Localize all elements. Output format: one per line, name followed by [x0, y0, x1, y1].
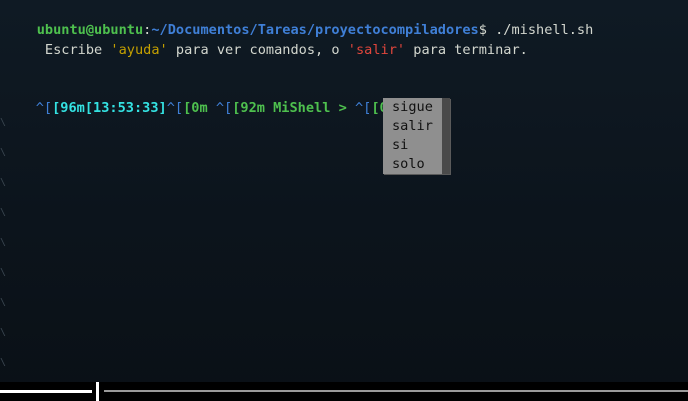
welcome-suffix: para terminar. — [405, 42, 528, 58]
autocomplete-scrollbar[interactable] — [442, 98, 450, 174]
escape-sequence: ^[ — [215, 100, 233, 116]
autocomplete-option-si[interactable]: si — [392, 136, 438, 155]
welcome-message: Escribe 'ayuda' para ver comandos, o 'sa… — [4, 22, 528, 58]
pane-indicator-left[interactable] — [0, 390, 92, 393]
shell-command-line: ubuntu@ubuntu:~/Documentos/Tareas/proyec… — [4, 2, 594, 38]
autocomplete-option-sigue[interactable]: sigue — [392, 98, 438, 117]
autocomplete-option-solo[interactable]: solo — [392, 155, 438, 174]
keyword-help: 'ayuda' — [110, 42, 168, 58]
pane-status-bar — [0, 382, 688, 401]
escape-sequence: ^[ — [354, 100, 372, 116]
terminal-window[interactable]: ubuntu@ubuntu:~/Documentos/Tareas/proyec… — [0, 0, 688, 382]
keyword-exit: 'salir' — [347, 42, 406, 58]
autocomplete-option-salir[interactable]: salir — [392, 117, 438, 136]
mishell-prompt-line[interactable]: ^[[96m[13:53:33]^[[0m ^[[92m MiShell > ^… — [3, 79, 413, 116]
welcome-middle: para ver comandos, o — [167, 42, 348, 58]
time-code: [96m[13:53:33] — [52, 100, 167, 116]
pane-divider[interactable] — [96, 382, 99, 401]
welcome-prefix: Escribe — [36, 42, 111, 58]
autocomplete-popup[interactable]: sigue salir si solo — [383, 98, 450, 174]
left-gutter-marks: \ \ \ \ \ \ \ \ \ — [0, 117, 7, 368]
escape-sequence: ^[ — [166, 100, 184, 116]
shell-name-code: [92m MiShell > — [232, 100, 355, 116]
escape-sequence: ^[ — [35, 100, 53, 116]
reset-code: [0m — [183, 100, 216, 116]
pane-indicator-right[interactable] — [104, 390, 688, 392]
